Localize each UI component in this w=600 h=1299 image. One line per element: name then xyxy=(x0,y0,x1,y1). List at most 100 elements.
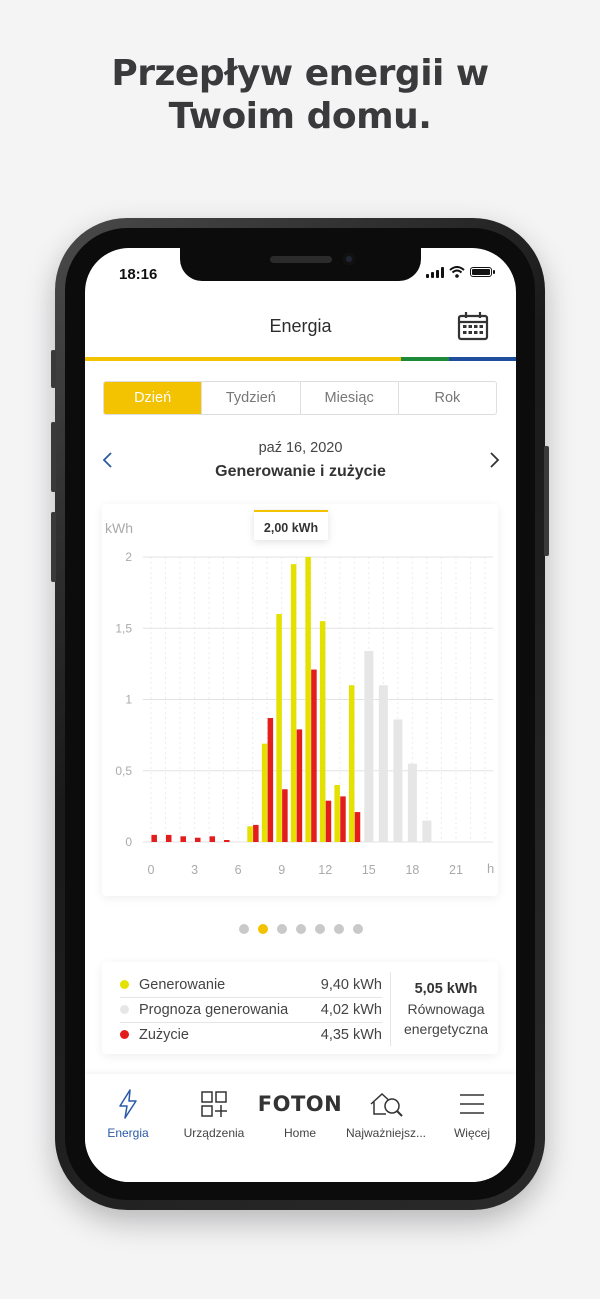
tab-label: Home xyxy=(283,1126,316,1140)
tab-wiecej[interactable]: Więcej xyxy=(429,1088,515,1140)
bar-consumption xyxy=(151,834,157,842)
brand-stripe xyxy=(85,357,516,361)
bar-consumption xyxy=(180,836,186,842)
bar-generation xyxy=(348,685,355,842)
summary-label: Prognoza generowania xyxy=(139,1001,289,1018)
bar-consumption xyxy=(253,824,259,842)
x-axis-unit: h xyxy=(487,861,494,876)
summary-row-consumption: Zużycie 4,35 kWh xyxy=(120,1022,382,1047)
phone-volume-up xyxy=(51,422,56,492)
legend-dot-consumption xyxy=(120,1030,129,1039)
page-indicator xyxy=(85,924,516,934)
bar-generation xyxy=(247,826,253,842)
page-dot[interactable] xyxy=(238,924,249,934)
balance-label-2: energetyczna xyxy=(403,1021,489,1037)
y-tick-label: 1 xyxy=(125,693,132,707)
page-dot[interactable] xyxy=(352,924,363,934)
notch xyxy=(180,248,421,281)
legend-dot-forecast xyxy=(120,1005,129,1014)
page-dot[interactable] xyxy=(333,924,344,934)
wifi-icon xyxy=(449,266,465,278)
x-tick-label: 9 xyxy=(278,863,285,877)
chevron-right-icon[interactable] xyxy=(487,451,501,469)
chart-title: Generowanie i zużycie xyxy=(215,463,386,480)
energy-chart-svg: 0 0,5 1 1,5 2 kWh 0 3 6 9 12 15 18 21 h xyxy=(105,520,494,877)
bar-consumption xyxy=(165,834,172,842)
menu-icon xyxy=(460,1094,484,1114)
bar-generation xyxy=(290,564,297,842)
period-selector: Dzień Tydzień Miesiąc Rok xyxy=(103,381,497,415)
summary-value: 4,02 kWh xyxy=(320,1001,382,1018)
summary-label: Zużycie xyxy=(139,1026,189,1043)
app-screen: 18:16 Energia Dzień Tydzień Miesiąc Rok xyxy=(85,248,516,1182)
bar-consumption xyxy=(282,789,288,842)
bar-forecast xyxy=(393,719,403,842)
bar-consumption xyxy=(224,840,230,842)
bar-consumption xyxy=(311,669,317,842)
x-tick-label: 12 xyxy=(318,863,332,877)
headline-line-2: Twoim domu. xyxy=(168,96,432,137)
tab-energia[interactable]: Energia xyxy=(85,1088,171,1140)
energy-summary: Generowanie 9,40 kWh Prognoza generowani… xyxy=(102,962,498,1054)
tab-home[interactable]: FOTON Home xyxy=(257,1088,343,1140)
chart-tooltip: 2,00 kWh xyxy=(254,510,328,540)
tab-najwazniejsze[interactable]: Najważniejsz... xyxy=(343,1088,429,1140)
page-title: Energia xyxy=(269,316,332,336)
tab-urzadzenia[interactable]: Urządzenia xyxy=(171,1088,257,1140)
page-dot[interactable] xyxy=(314,924,325,934)
page-dot[interactable] xyxy=(295,924,306,934)
y-tick-label: 0 xyxy=(125,835,132,849)
energy-chart[interactable]: 0 0,5 1 1,5 2 kWh 0 3 6 9 12 15 18 21 h xyxy=(102,504,498,896)
devices-grid-icon xyxy=(201,1091,227,1117)
bar-generation xyxy=(319,621,326,842)
bar-consumption xyxy=(296,729,303,842)
y-tick-label: 1,5 xyxy=(115,621,132,635)
page-dot[interactable] xyxy=(276,924,287,934)
tab-label: Energia xyxy=(107,1126,149,1140)
signal-icon xyxy=(426,266,444,278)
bar-generation xyxy=(305,557,311,842)
x-tick-label: 15 xyxy=(362,863,376,877)
period-tab-year[interactable]: Rok xyxy=(397,382,496,414)
bar-consumption xyxy=(354,812,361,842)
bar-forecast xyxy=(378,685,388,842)
battery-icon xyxy=(470,267,495,277)
house-search-icon xyxy=(370,1092,403,1117)
x-tick-label: 18 xyxy=(405,863,419,877)
energy-balance: 5,05 kWh Równowaga energetyczna xyxy=(394,981,498,1039)
period-tab-month[interactable]: Miesiąc xyxy=(299,382,398,414)
bar-generation xyxy=(261,743,268,842)
bottom-tab-bar: Energia Urządzenia FOTON Home Najważniej… xyxy=(85,1074,516,1182)
x-tick-label: 21 xyxy=(449,863,463,877)
summary-row-generation: Generowanie 9,40 kWh xyxy=(120,972,382,997)
selected-date: paź 16, 2020 xyxy=(258,440,343,456)
calendar-icon[interactable] xyxy=(457,311,489,341)
status-time: 18:16 xyxy=(119,266,158,283)
headline-line-1: Przepływ energii w xyxy=(111,53,489,94)
period-tab-day[interactable]: Dzień xyxy=(104,382,202,414)
foton-logo: FOTON xyxy=(257,1092,343,1116)
lightning-icon xyxy=(119,1089,137,1119)
legend-dot-generation xyxy=(120,980,129,989)
y-tick-label: 2 xyxy=(125,550,132,564)
summary-row-forecast: Prognoza generowania 4,02 kWh xyxy=(120,997,382,1022)
balance-label-1: Równowaga xyxy=(407,1001,485,1017)
bar-consumption xyxy=(267,718,274,842)
summary-value: 4,35 kWh xyxy=(320,1026,382,1043)
summary-value: 9,40 kWh xyxy=(320,976,382,993)
bar-generation xyxy=(334,785,340,842)
period-tab-week[interactable]: Tydzień xyxy=(201,382,299,414)
bar-consumption xyxy=(325,800,332,842)
bar-forecast xyxy=(407,763,417,842)
bar-forecast xyxy=(364,651,374,842)
y-axis-unit: kWh xyxy=(105,520,133,536)
bar-consumption xyxy=(340,796,346,842)
tab-label: Więcej xyxy=(453,1126,490,1140)
x-tick-label: 0 xyxy=(148,863,155,877)
tab-label: Urządzenia xyxy=(183,1126,245,1140)
phone-side-button xyxy=(51,350,56,388)
balance-value: 5,05 kWh xyxy=(414,981,478,997)
page-dot[interactable] xyxy=(257,924,268,934)
bar-consumption xyxy=(209,836,216,842)
status-icons xyxy=(426,266,495,278)
